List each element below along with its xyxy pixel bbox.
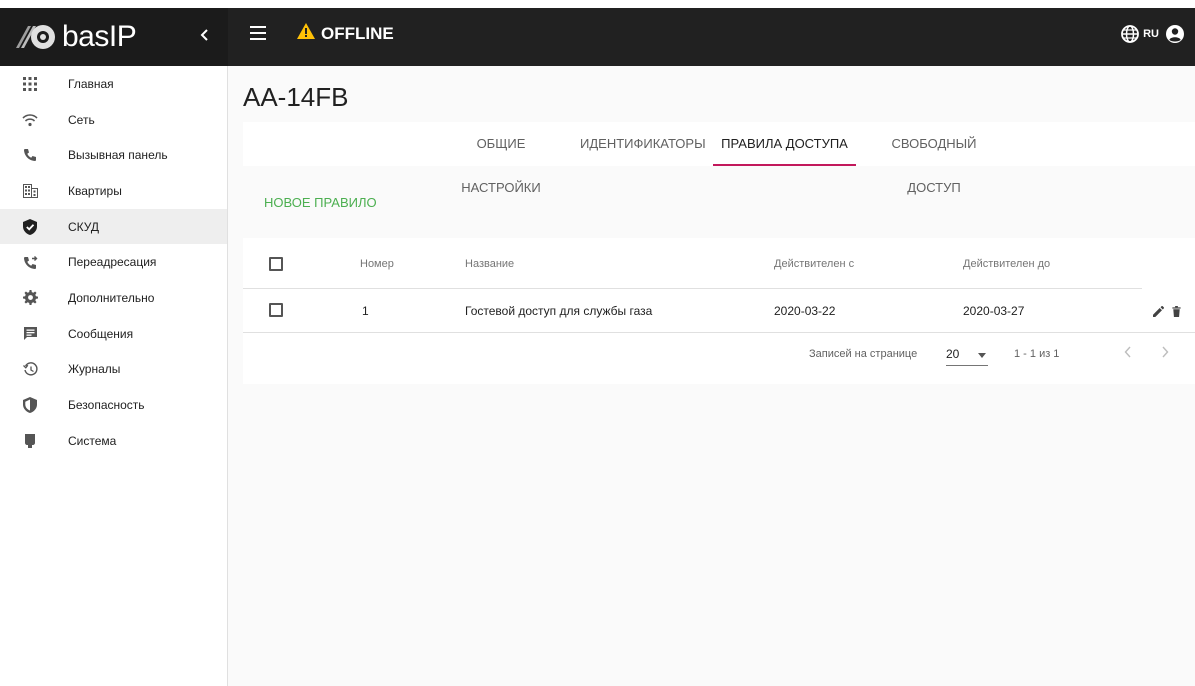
- sidebar-item-label: Система: [68, 433, 117, 448]
- new-rule-button[interactable]: НОВОЕ ПРАВИЛО: [264, 195, 377, 210]
- select-all-checkbox[interactable]: [269, 257, 283, 271]
- sidebar-item-logs[interactable]: Журналы: [0, 352, 227, 388]
- dropdown-arrow-icon: [978, 353, 986, 358]
- security-shield-icon: [22, 397, 38, 414]
- row-divider: [243, 332, 1195, 333]
- chevron-left-icon: [1124, 346, 1131, 358]
- globe-icon: [1121, 25, 1140, 43]
- sidebar-item-label: Безопасность: [68, 398, 145, 413]
- header-divider: [243, 288, 1142, 289]
- sidebar-item-label: Квартиры: [68, 183, 122, 198]
- next-page-button[interactable]: [1161, 345, 1169, 363]
- top-app-bar: basIP OFFLINE RU: [0, 0, 1195, 66]
- sidebar-item-label: Главная: [68, 76, 114, 91]
- cell-name: Гостевой доступ для службы газа: [465, 304, 653, 318]
- pagination-range: 1 - 1 из 1: [1014, 348, 1060, 360]
- tab-identifiers[interactable]: ИДЕНТИФИКАТОРЫ: [580, 122, 706, 166]
- access-rules-table: Номер Название Действителен с Действител…: [243, 238, 1195, 384]
- cell-number: 1: [362, 304, 369, 318]
- menu-button[interactable]: [250, 26, 266, 40]
- edit-button[interactable]: [1153, 304, 1165, 322]
- warning-icon: [297, 23, 315, 44]
- sidebar-item-security[interactable]: Безопасность: [0, 387, 227, 423]
- language-code[interactable]: RU: [1143, 28, 1159, 40]
- phone-forward-icon: [22, 254, 38, 270]
- chevron-right-icon: [1162, 346, 1169, 358]
- account-button[interactable]: [1165, 24, 1185, 44]
- rows-per-page-value: 20: [946, 347, 960, 361]
- tab-free-access[interactable]: СВОБОДНЫЙ ДОСТУП: [863, 122, 1005, 195]
- history-icon: [22, 361, 38, 377]
- sidebar-item-label: Сообщения: [68, 326, 134, 341]
- menu-icon: [250, 26, 266, 28]
- logo-area: basIP: [0, 8, 228, 66]
- sidebar-item-label: Переадресация: [68, 255, 157, 270]
- column-header-name[interactable]: Название: [465, 258, 514, 270]
- apps-grid-icon: [22, 76, 38, 92]
- sidebar-item-system[interactable]: Система: [0, 423, 227, 459]
- row-checkbox[interactable]: [269, 303, 283, 317]
- column-header-valid-to[interactable]: Действителен до: [963, 258, 1050, 270]
- chevron-left-icon: [200, 29, 208, 41]
- account-circle-icon: [1166, 25, 1184, 43]
- cell-valid-to: 2020-03-27: [963, 304, 1025, 318]
- trash-icon: [1172, 306, 1181, 317]
- pencil-icon: [1153, 305, 1165, 317]
- page-title: AA-14FB: [243, 82, 349, 112]
- sidebar-item-advanced[interactable]: Дополнительно: [0, 280, 227, 316]
- sidebar-item-forwarding[interactable]: Переадресация: [0, 244, 227, 280]
- tab-access-rules[interactable]: ПРАВИЛА ДОСТУПА: [713, 122, 856, 166]
- message-icon: [22, 326, 38, 342]
- shield-check-icon: [22, 218, 38, 235]
- cell-valid-from: 2020-03-22: [774, 304, 836, 318]
- sidebar-item-label: Дополнительно: [68, 290, 155, 305]
- sidebar-item-label: Журналы: [68, 362, 121, 377]
- sidebar-item-messages[interactable]: Сообщения: [0, 316, 227, 352]
- connection-status: OFFLINE: [297, 23, 394, 44]
- sidebar-item-label: Вызывная панель: [68, 148, 168, 163]
- phone-icon: [22, 147, 38, 163]
- sidebar-item-access-control[interactable]: СКУД: [0, 208, 227, 245]
- building-icon: [22, 183, 38, 199]
- sidebar-item-apartments[interactable]: Квартиры: [0, 173, 227, 209]
- sidebar-item-label: СКУД: [68, 219, 100, 234]
- header-actions: RU: [1121, 24, 1185, 44]
- sidebar-item-call-panel[interactable]: Вызывная панель: [0, 137, 227, 173]
- sidebar-item-network[interactable]: Сеть: [0, 102, 227, 138]
- sidebar: Главная Сеть Вызывная панель Квартиры СК…: [0, 66, 228, 686]
- tab-general-settings[interactable]: ОБЩИЕ НАСТРОЙКИ: [438, 122, 564, 195]
- rows-per-page-label: Записей на странице: [809, 348, 918, 360]
- row-actions: [1153, 304, 1181, 322]
- delete-button[interactable]: [1172, 304, 1181, 322]
- previous-page-button[interactable]: [1124, 345, 1132, 363]
- column-header-valid-from[interactable]: Действителен с: [774, 258, 854, 270]
- sidebar-item-label: Сеть: [68, 112, 95, 127]
- logo-mark-icon: [14, 22, 56, 52]
- column-header-number[interactable]: Номер: [360, 258, 394, 270]
- status-text: OFFLINE: [321, 23, 394, 43]
- sidebar-item-home[interactable]: Главная: [0, 66, 227, 102]
- tabs-bar: ОБЩИЕ НАСТРОЙКИ ИДЕНТИФИКАТОРЫ ПРАВИЛА Д…: [243, 122, 1195, 195]
- language-button[interactable]: [1121, 25, 1140, 43]
- rows-per-page-select[interactable]: 20: [946, 342, 988, 366]
- gear-icon: [22, 290, 38, 306]
- wifi-icon: [22, 112, 38, 128]
- device-icon: [22, 433, 38, 449]
- collapse-sidebar-button[interactable]: [194, 25, 214, 47]
- logo-text: basIP: [62, 20, 137, 53]
